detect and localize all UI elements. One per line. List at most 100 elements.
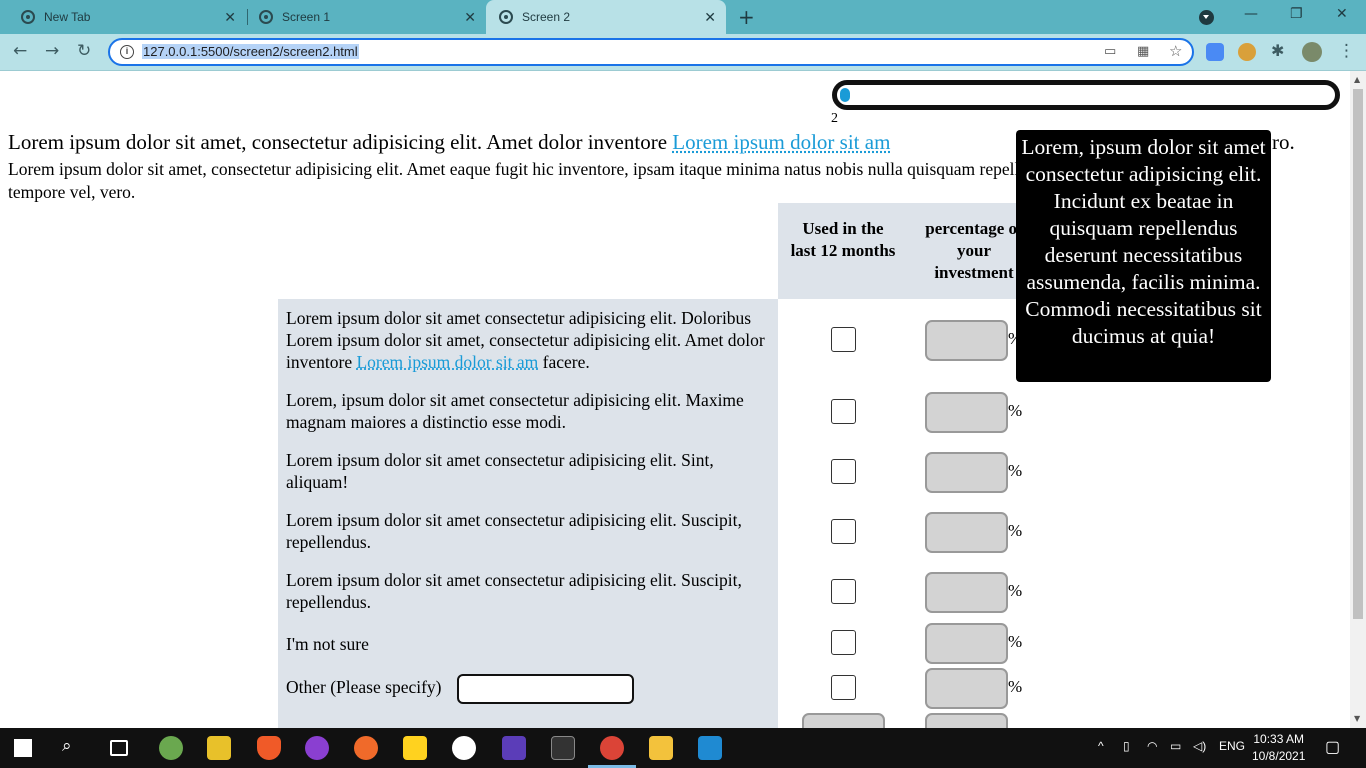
row-1-text: Lorem ipsum dolor sit amet consectetur a… xyxy=(286,307,771,373)
row-5-checkbox[interactable] xyxy=(831,579,856,604)
intro-paragraph: Lorem ipsum dolor sit amet, consectetur … xyxy=(8,159,1061,202)
task-view-icon[interactable] xyxy=(110,740,128,756)
windows-taskbar: ⌕ ^ ▯ ◠ ▭ ◁) ENG 10:33 AM 10/8/2021 ▢ xyxy=(0,728,1366,768)
scroll-thumb[interactable] xyxy=(1353,89,1363,619)
row-2-checkbox[interactable] xyxy=(831,399,856,424)
row-5-percent-sign: % xyxy=(1008,581,1023,600)
row-4-percent-sign: % xyxy=(1008,521,1023,540)
battery-icon[interactable]: ▭ xyxy=(1170,739,1181,753)
row-6-checkbox[interactable] xyxy=(831,630,856,655)
tab-screen-2[interactable]: Screen 2 ✕ xyxy=(486,0,726,34)
pdf-app-icon[interactable] xyxy=(207,736,231,760)
restore-icon[interactable]: ❐ xyxy=(1290,6,1303,22)
app-w-icon[interactable] xyxy=(452,736,476,760)
brave-browser-icon[interactable] xyxy=(257,736,281,760)
back-arrow-icon[interactable]: ← xyxy=(13,41,27,61)
row-3-checkbox[interactable] xyxy=(831,459,856,484)
tab-label: New Tab xyxy=(44,10,91,24)
row-1-percentage-input[interactable] xyxy=(925,320,1008,361)
row-6-text: I'm not sure xyxy=(286,634,369,654)
intellij-icon[interactable] xyxy=(502,736,526,760)
intro-heading: Lorem ipsum dolor sit amet, consectetur … xyxy=(8,130,890,155)
vertical-scrollbar[interactable]: ▲ ▼ xyxy=(1350,71,1366,728)
notifications-icon[interactable]: ▢ xyxy=(1325,737,1340,757)
close-icon[interactable]: ✕ xyxy=(464,9,476,26)
qr-code-icon[interactable]: ▦ xyxy=(1137,44,1149,59)
progress-number: 2 xyxy=(831,111,838,126)
app-chameleon-icon[interactable] xyxy=(159,736,183,760)
translate-extension-icon[interactable] xyxy=(1206,43,1224,61)
extension-icon[interactable] xyxy=(1238,43,1256,61)
postman-icon[interactable] xyxy=(354,736,378,760)
row-2-percentage-input[interactable] xyxy=(925,392,1008,433)
clock-date: 10/8/2021 xyxy=(1252,749,1306,763)
wifi-icon[interactable]: ◠ xyxy=(1147,739,1157,753)
row-7-checkbox[interactable] xyxy=(831,675,856,700)
row-1-checkbox[interactable] xyxy=(831,327,856,352)
scroll-up-icon[interactable]: ▲ xyxy=(1354,75,1360,84)
row-2-percent-sign: % xyxy=(1008,401,1023,420)
tooltip: Lorem, ipsum dolor sit amet consectetur … xyxy=(1016,130,1271,382)
tab-new-tab[interactable]: New Tab ✕ xyxy=(0,0,246,34)
row-1-after-link: facere. xyxy=(538,352,590,372)
file-explorer-icon[interactable] xyxy=(649,736,673,760)
row-1-link[interactable]: Lorem ipsum dolor sit am xyxy=(356,352,538,372)
row-3-percentage-input[interactable] xyxy=(925,452,1008,493)
tab-label: Screen 2 xyxy=(522,10,571,24)
tab-label: Screen 1 xyxy=(282,10,331,24)
tray-chevron-icon[interactable]: ^ xyxy=(1098,739,1104,753)
tab-search-icon[interactable] xyxy=(1199,10,1214,25)
profile-avatar[interactable] xyxy=(1302,42,1322,62)
volume-icon[interactable]: ◁) xyxy=(1193,739,1206,753)
bookmark-star-icon[interactable]: ☆ xyxy=(1169,42,1182,60)
next-row-input-partial[interactable] xyxy=(802,713,885,728)
cast-icon[interactable]: ▭ xyxy=(1104,44,1116,59)
menu-kebab-icon[interactable]: ⋮ xyxy=(1338,41,1355,61)
row-6-percentage-input[interactable] xyxy=(925,623,1008,664)
url-text[interactable]: 127.0.0.1:5500/screen2/screen2.html xyxy=(142,44,359,59)
row-7-text: Other (Please specify) xyxy=(286,677,442,697)
windows-start-icon[interactable] xyxy=(14,739,32,757)
row-3-text: Lorem ipsum dolor sit amet consectetur a… xyxy=(286,450,714,492)
row-6-percent-sign: % xyxy=(1008,632,1023,651)
chrome-taskbar-icon[interactable] xyxy=(600,736,624,760)
other-specify-input[interactable] xyxy=(457,674,634,704)
globe-icon xyxy=(499,10,513,24)
progress-bar xyxy=(832,80,1340,110)
row-5-text: Lorem ipsum dolor sit amet consectetur a… xyxy=(286,570,742,612)
scroll-down-icon[interactable]: ▼ xyxy=(1354,714,1360,723)
vscode-icon[interactable] xyxy=(698,736,722,760)
intro-link[interactable]: Lorem ipsum dolor sit am xyxy=(672,130,890,154)
row-7-percent-sign: % xyxy=(1008,677,1023,696)
close-icon[interactable]: ✕ xyxy=(224,9,236,26)
progress-fill xyxy=(840,88,850,102)
web-page: 2 Lorem ipsum dolor sit amet, consectetu… xyxy=(0,71,1350,728)
window-close-icon[interactable]: ✕ xyxy=(1336,6,1348,22)
address-bar[interactable]: i 127.0.0.1:5500/screen2/screen2.html ▭ … xyxy=(108,38,1194,66)
row-7-percentage-input[interactable] xyxy=(925,668,1008,709)
close-icon[interactable]: ✕ xyxy=(704,9,716,26)
header-percentage: percentage of your investment xyxy=(925,219,1023,282)
row-4-checkbox[interactable] xyxy=(831,519,856,544)
info-icon[interactable]: i xyxy=(120,45,134,59)
tab-strip: New Tab ✕ Screen 1 ✕ Screen 2 ✕ + — ❐ ✕ xyxy=(0,0,1366,34)
browser-toolbar: ← → ↻ i 127.0.0.1:5500/screen2/screen2.h… xyxy=(0,34,1366,71)
language-indicator[interactable]: ENG xyxy=(1219,739,1245,753)
usb-icon[interactable]: ▯ xyxy=(1123,739,1130,753)
new-tab-plus-icon[interactable]: + xyxy=(738,5,755,29)
globe-icon xyxy=(259,10,273,24)
row-5-percentage-input[interactable] xyxy=(925,572,1008,613)
extensions-puzzle-icon[interactable]: ✱ xyxy=(1271,41,1289,60)
minimize-icon[interactable]: — xyxy=(1244,6,1258,22)
next-row-percentage-input-partial[interactable] xyxy=(925,713,1008,728)
row-4-percentage-input[interactable] xyxy=(925,512,1008,553)
clock[interactable]: 10:33 AM 10/8/2021 xyxy=(1252,731,1305,765)
terminal-icon[interactable] xyxy=(551,736,575,760)
github-desktop-icon[interactable] xyxy=(305,736,329,760)
header-used-last-12-months: Used in the last 12 months xyxy=(790,219,896,260)
sticky-notes-icon[interactable] xyxy=(403,736,427,760)
forward-arrow-icon[interactable]: → xyxy=(45,41,59,61)
tab-screen-1[interactable]: Screen 1 ✕ xyxy=(248,0,486,34)
reload-icon[interactable]: ↻ xyxy=(77,41,91,61)
search-icon[interactable]: ⌕ xyxy=(62,736,86,760)
